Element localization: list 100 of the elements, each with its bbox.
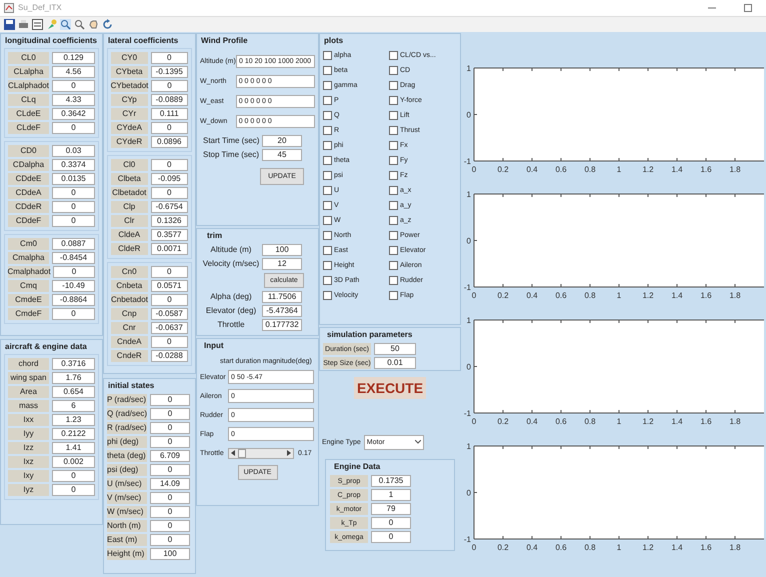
input-field[interactable]: 0 [150,408,190,420]
checkbox[interactable] [323,201,332,210]
input-field[interactable]: 0 [150,294,188,306]
input-field[interactable]: 0.111 [150,108,188,120]
input-field[interactable]: -0.095 [150,173,188,185]
input-field[interactable]: 0.0896 [150,136,188,148]
checkbox[interactable] [389,156,398,165]
checkbox[interactable] [389,96,398,105]
input-field[interactable]: 1.76 [52,372,95,384]
save-icon[interactable] [4,19,15,30]
checkbox[interactable] [323,141,332,150]
input-field[interactable]: 0 [150,187,188,199]
checkbox[interactable] [389,201,398,210]
input-field[interactable]: 0 [150,122,188,134]
checkbox[interactable] [389,51,398,60]
checkbox[interactable] [323,156,332,165]
input-field[interactable]: 1.41 [52,442,95,454]
input-field[interactable]: 0 [150,436,190,448]
checkbox[interactable] [323,111,332,120]
input-field[interactable]: 0.3642 [52,108,95,120]
checkbox[interactable] [323,291,332,300]
input-field[interactable]: -5.47364 [262,305,302,317]
checkbox[interactable] [389,126,398,135]
input-field[interactable]: 100 [150,548,190,560]
input-field[interactable]: 0 [150,534,190,546]
checkbox[interactable] [323,81,332,90]
input-field[interactable]: 0 [150,492,190,504]
checkbox[interactable] [323,261,332,270]
printer-icon[interactable] [18,19,29,30]
input-field[interactable]: 0 [150,422,190,434]
input-field[interactable]: 45 [262,149,302,161]
input-field[interactable]: 0 [150,159,188,171]
checkbox[interactable] [323,216,332,225]
figure-icon[interactable] [32,19,43,30]
checkbox[interactable] [323,51,332,60]
checkbox[interactable] [389,276,398,285]
input-field[interactable]: 0.0887 [52,238,95,250]
input-field[interactable]: 4.56 [52,66,95,78]
checkbox[interactable] [389,111,398,120]
checkbox[interactable] [323,96,332,105]
right-arrow-icon[interactable] [286,450,291,456]
checkbox[interactable] [323,171,332,180]
left-arrow-icon[interactable] [231,450,236,456]
checkbox[interactable] [389,141,398,150]
checkbox[interactable] [323,126,332,135]
input-field[interactable]: 1.23 [52,414,95,426]
rotate-icon[interactable] [102,19,113,30]
input-field[interactable]: -0.6754 [150,201,188,213]
input-field[interactable]: 12 [262,258,302,270]
input-field[interactable]: 100 [262,244,302,256]
input-field[interactable]: -0.8454 [52,252,95,264]
input-field[interactable]: 11.7506 [262,291,302,303]
input-field[interactable]: 0 [150,464,190,476]
checkbox[interactable] [389,81,398,90]
input-field[interactable]: 0 [52,201,95,213]
checkbox[interactable] [389,231,398,240]
input-field[interactable]: -0.0288 [150,350,188,362]
input-field[interactable]: 0 [53,266,95,278]
input-field[interactable]: -10.49 [52,280,95,292]
input-field[interactable]: 0.3577 [150,229,188,241]
slider-thumb[interactable] [238,448,246,458]
input-field[interactable]: 0.0571 [150,280,188,292]
input-field[interactable]: 4.33 [52,94,95,106]
input-field[interactable]: 6.709 [150,450,190,462]
input-field[interactable]: 0 [150,52,188,64]
checkbox[interactable] [323,276,332,285]
input-field[interactable]: -0.8864 [52,294,95,306]
input-field[interactable]: 0.03 [52,145,95,157]
input-field[interactable]: 0 [150,266,188,278]
checkbox[interactable] [389,246,398,255]
checkbox[interactable] [323,246,332,255]
input-field[interactable]: 0 [371,517,411,529]
checkbox[interactable] [389,261,398,270]
input-field[interactable]: 0 [151,80,188,92]
zoom-in-icon[interactable] [60,19,71,30]
input-field[interactable]: 0 [150,336,188,348]
input-field[interactable]: 0 [52,484,95,496]
zoom-out-icon[interactable] [74,19,85,30]
input-field[interactable]: 0.654 [52,386,95,398]
input-field[interactable]: -0.0637 [150,322,188,334]
maximize-icon[interactable] [744,4,752,12]
input-field[interactable]: 0 [52,308,95,320]
input-field[interactable]: 0.002 [52,456,95,468]
input-field[interactable]: 0.177732 [262,319,302,331]
execute-button[interactable]: EXECUTE [354,377,426,399]
checkbox[interactable] [389,66,398,75]
input-field[interactable]: 0.01 [374,357,416,369]
input-field[interactable]: 0 [150,506,190,518]
input-field[interactable]: 6 [52,400,95,412]
input-field[interactable]: 14.09 [150,478,190,490]
checkbox[interactable] [389,186,398,195]
input-field[interactable]: 0 [52,470,95,482]
input-field[interactable]: 0 [371,531,411,543]
input-field[interactable]: 0.0135 [52,173,95,185]
input-field[interactable]: 0.129 [52,52,95,64]
slider[interactable] [228,448,294,458]
input-field[interactable]: 0 [52,187,95,199]
input-field[interactable]: 0.3374 [52,159,95,171]
input-field[interactable]: -0.0889 [150,94,188,106]
input-field[interactable]: 0 [52,122,95,134]
